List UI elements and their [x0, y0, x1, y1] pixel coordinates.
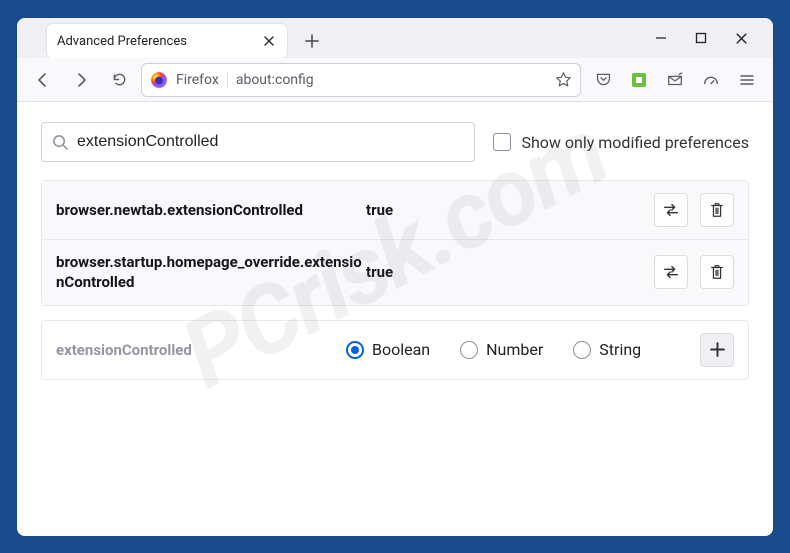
preferences-table: browser.newtab.extensionControlled true … — [41, 180, 749, 306]
radio-label: Number — [486, 340, 543, 359]
table-row[interactable]: browser.startup.homepage_override.extens… — [42, 240, 748, 305]
radio-icon — [573, 341, 591, 359]
menu-button[interactable] — [731, 64, 763, 96]
reload-button[interactable] — [103, 64, 135, 96]
pref-actions — [654, 255, 734, 289]
radio-label: String — [599, 340, 641, 359]
search-box[interactable] — [41, 122, 475, 162]
minimize-button[interactable] — [653, 30, 669, 46]
forward-button[interactable] — [65, 64, 97, 96]
radio-icon — [346, 341, 364, 359]
firefox-logo-icon — [150, 71, 168, 89]
pref-name: browser.newtab.extensionControlled — [56, 200, 366, 220]
tab-title: Advanced Preferences — [57, 34, 187, 49]
toggle-button[interactable] — [654, 193, 688, 227]
url-text: about:config — [236, 72, 547, 88]
add-button[interactable] — [700, 333, 734, 367]
radio-number[interactable]: Number — [460, 340, 543, 359]
table-row[interactable]: browser.newtab.extensionControlled true — [42, 181, 748, 240]
maximize-button[interactable] — [693, 30, 709, 46]
type-radio-group: Boolean Number String — [346, 340, 700, 359]
delete-button[interactable] — [700, 255, 734, 289]
search-input[interactable] — [77, 133, 464, 151]
create-preference-row: extensionControlled Boolean Number Strin… — [41, 320, 749, 380]
pref-name: browser.startup.homepage_override.extens… — [56, 252, 366, 293]
pref-actions — [654, 193, 734, 227]
radio-label: Boolean — [372, 340, 430, 359]
dashboard-button[interactable] — [695, 64, 727, 96]
pref-value: true — [366, 201, 654, 219]
pocket-button[interactable] — [587, 64, 619, 96]
tab-bar: Advanced Preferences — [17, 18, 773, 58]
back-button[interactable] — [27, 64, 59, 96]
radio-icon — [460, 341, 478, 359]
checkbox-label: Show only modified preferences — [521, 133, 749, 152]
show-modified-checkbox[interactable]: Show only modified preferences — [493, 133, 749, 152]
pref-value: true — [366, 263, 654, 281]
toggle-button[interactable] — [654, 255, 688, 289]
content-area: Show only modified preferences browser.n… — [17, 102, 773, 536]
search-icon — [52, 134, 69, 151]
close-tab-icon[interactable] — [261, 33, 277, 49]
bookmark-star-icon[interactable] — [555, 71, 572, 88]
browser-window: Advanced Preferences — [17, 18, 773, 536]
radio-boolean[interactable]: Boolean — [346, 340, 430, 359]
create-name: extensionControlled — [56, 341, 346, 359]
toolbar: Firefox about:config — [17, 58, 773, 102]
window-controls — [653, 18, 773, 58]
delete-button[interactable] — [700, 193, 734, 227]
browser-tab[interactable]: Advanced Preferences — [47, 24, 287, 58]
url-identity: Firefox — [176, 72, 228, 88]
extension-button[interactable] — [623, 64, 655, 96]
url-bar[interactable]: Firefox about:config — [141, 63, 581, 97]
checkbox-icon — [493, 133, 511, 151]
mail-button[interactable] — [659, 64, 691, 96]
new-tab-button[interactable] — [297, 26, 327, 56]
toolbar-right — [587, 64, 763, 96]
search-row: Show only modified preferences — [41, 122, 749, 162]
radio-string[interactable]: String — [573, 340, 641, 359]
close-window-button[interactable] — [733, 30, 749, 46]
